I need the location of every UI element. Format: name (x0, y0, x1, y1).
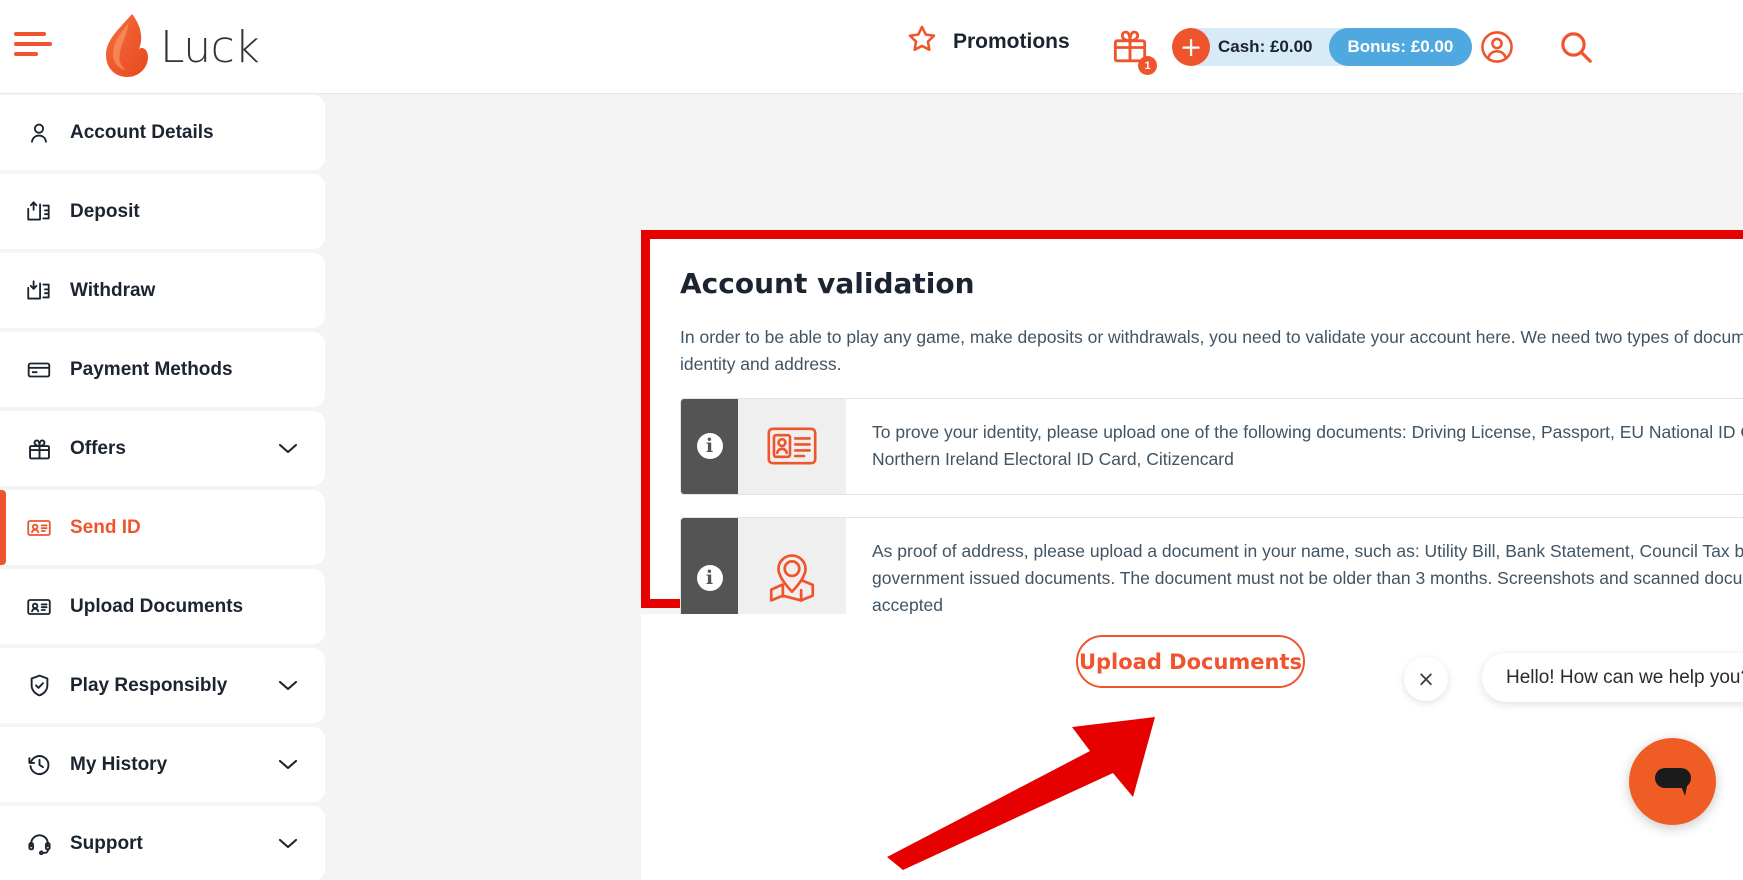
gift-icon[interactable]: 1 (1110, 24, 1157, 75)
gift-icon (22, 435, 56, 462)
sidebar-item-payment-methods[interactable]: Payment Methods (0, 332, 325, 407)
sidebar-item-offers[interactable]: Offers (0, 411, 325, 486)
app-root: Luck Promotions 1 + Cash: £0.00 Bonus: £… (0, 0, 1743, 880)
shield-check-icon (22, 672, 56, 699)
deposit-plus-button[interactable]: + (1172, 28, 1210, 66)
promotions-button[interactable]: Promotions (905, 22, 1070, 61)
close-icon[interactable]: × (1404, 657, 1448, 701)
upload-documents-button[interactable]: Upload Documents (1076, 635, 1305, 688)
balance-widget[interactable]: + Cash: £0.00 Bonus: £0.00 (1172, 28, 1473, 66)
sidebar-item-deposit[interactable]: Deposit (0, 174, 325, 249)
chat-greeting[interactable]: Hello! How can we help you? (1482, 653, 1743, 702)
sidebar-item-label: Support (70, 832, 143, 854)
sidebar-item-label: Offers (70, 437, 126, 459)
star-icon (905, 22, 939, 61)
account-sidebar: Account Details Deposit Withdraw Payment… (0, 95, 325, 880)
sidebar-item-withdraw[interactable]: Withdraw (0, 253, 325, 328)
info-icon: i (681, 399, 738, 494)
withdraw-icon (22, 278, 56, 304)
hamburger-bar (14, 42, 52, 46)
main-content: Account validation In order to be able t… (325, 95, 1743, 880)
headset-icon (22, 830, 56, 857)
red-highlight-rectangle: Account validation In order to be able t… (641, 230, 1743, 640)
page-title: Account validation (680, 267, 975, 300)
page-description: In order to be able to play any game, ma… (680, 327, 1743, 375)
sidebar-item-label: Deposit (70, 200, 140, 222)
chevron-down-icon[interactable] (277, 757, 299, 776)
sidebar-item-upload-documents[interactable]: Upload Documents (0, 569, 325, 644)
identity-info-row: i To prove your identity, please upload … (680, 398, 1743, 495)
sidebar-item-support[interactable]: Support (0, 806, 325, 880)
sidebar-item-label: Play Responsibly (70, 674, 228, 696)
deposit-icon (22, 199, 56, 225)
sidebar-item-label: Withdraw (70, 279, 156, 301)
sidebar-item-label: My History (70, 753, 168, 775)
chat-bubble-icon[interactable] (1629, 738, 1716, 825)
site-header: Luck Promotions 1 + Cash: £0.00 Bonus: £… (0, 0, 1743, 94)
sidebar-item-label: Payment Methods (70, 358, 233, 380)
chevron-down-icon[interactable] (277, 441, 299, 460)
account-validation-card: Account validation In order to be able t… (650, 239, 1743, 676)
user-icon (22, 120, 56, 146)
sidebar-item-label: Upload Documents (70, 595, 244, 617)
sidebar-item-label: Send ID (70, 516, 141, 538)
credit-card-icon (22, 357, 56, 383)
bonus-balance: Bonus: £0.00 (1328, 28, 1473, 66)
identity-info-text: To prove your identity, please upload on… (872, 422, 1743, 470)
sidebar-item-my-history[interactable]: My History (0, 727, 325, 802)
site-logo[interactable]: Luck (96, 10, 260, 85)
sidebar-item-play-responsibly[interactable]: Play Responsibly (0, 648, 325, 723)
id-card-icon (22, 515, 56, 541)
hamburger-bar (14, 32, 46, 36)
logo-text: Luck (160, 22, 260, 73)
cash-balance: Cash: £0.00 (1218, 37, 1313, 56)
id-card-icon (22, 594, 56, 620)
sidebar-item-send-id[interactable]: Send ID (0, 490, 325, 565)
flame-icon (96, 10, 158, 85)
history-clock-icon (22, 751, 56, 778)
user-circle-icon[interactable] (1478, 28, 1516, 71)
search-icon[interactable] (1557, 28, 1595, 71)
hamburger-bar (14, 52, 38, 56)
promotions-label: Promotions (953, 29, 1070, 53)
chevron-down-icon[interactable] (277, 836, 299, 855)
id-card-icon (738, 399, 846, 494)
hamburger-icon[interactable] (14, 32, 52, 62)
chevron-down-icon[interactable] (277, 678, 299, 697)
gift-badge-count: 1 (1138, 56, 1157, 75)
sidebar-item-account-details[interactable]: Account Details (0, 95, 325, 170)
sidebar-item-label: Account Details (70, 121, 214, 143)
